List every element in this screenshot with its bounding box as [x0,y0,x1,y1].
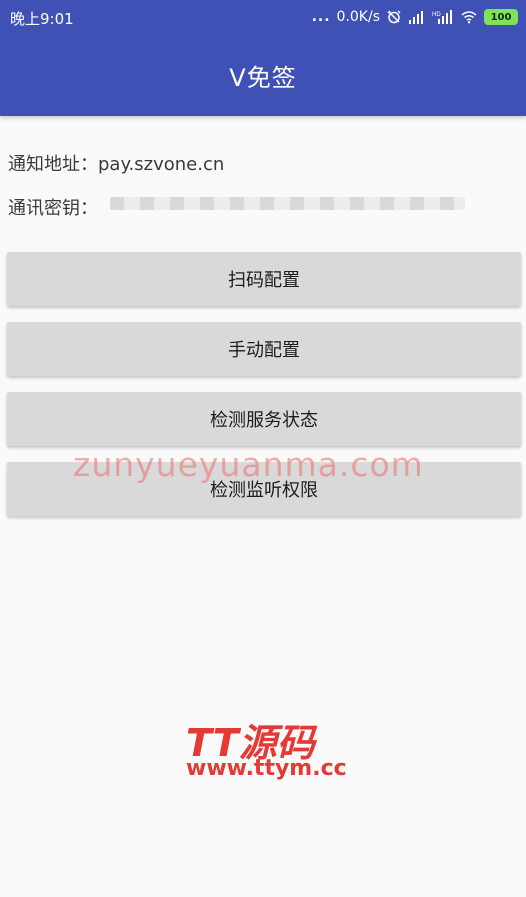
app-bar: V免签 [0,34,526,116]
wifi-icon [461,11,477,24]
manual-config-button[interactable]: 手动配置 [7,322,521,376]
site-watermark: zunyueyuanma.com [73,445,424,484]
status-icons: ... 0.0K/s HD 100 [312,6,518,28]
secret-key-label: 通讯密钥： [8,198,98,219]
battery-level: 100 [490,11,512,23]
battery-icon: 100 [484,9,518,25]
hd-signal-icon: HD [432,10,452,24]
signal-icon [409,11,423,24]
notify-address-row: 通知地址：pay.szvone.cn [8,150,224,176]
more-dots: ... [311,9,331,25]
check-service-status-button[interactable]: 检测服务状态 [7,392,521,446]
tt-url-watermark: www.ttym.cc [186,756,347,781]
secret-key-mask [110,197,465,210]
svg-text:HD: HD [432,12,441,18]
status-time: 晚上9:01 [10,10,74,28]
status-bar: 晚上9:01 ... 0.0K/s HD 100 [0,0,526,34]
network-speed: 0.0K/s [336,9,380,25]
alarm-off-icon [387,10,401,24]
secret-key-row: 通讯密钥： [8,194,98,220]
notify-address-label: 通知地址： [8,154,98,175]
notify-address-value: pay.szvone.cn [98,154,225,175]
app-title: V免签 [229,63,297,92]
scan-config-button[interactable]: 扫码配置 [7,252,521,306]
